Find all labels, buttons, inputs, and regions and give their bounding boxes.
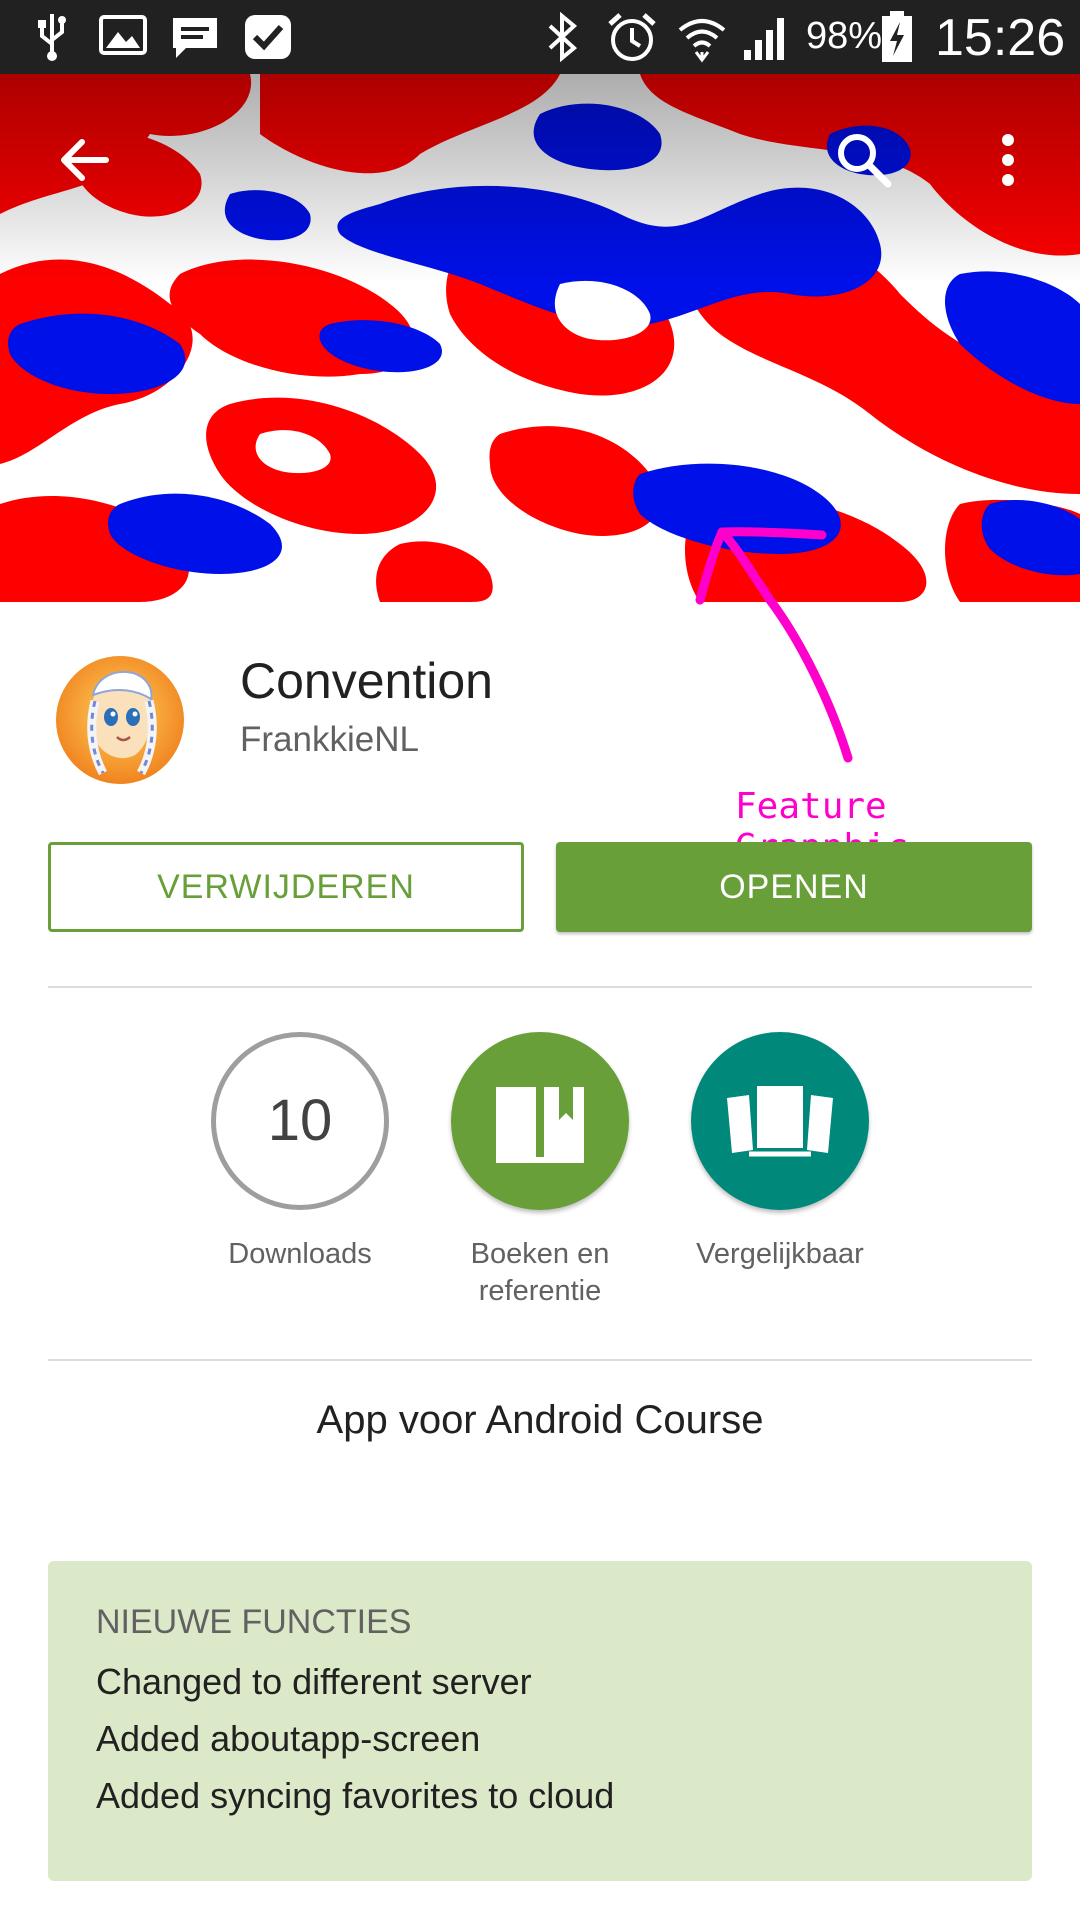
whats-new-heading: NIEUWE FUNCTIES	[96, 1603, 412, 1641]
more-vert-icon[interactable]	[990, 130, 1026, 190]
downloads-count: 10	[267, 1088, 333, 1153]
image-icon	[99, 15, 147, 55]
whats-new-item: Added syncing favorites to cloud	[96, 1775, 615, 1816]
similar-badge[interactable]	[691, 1032, 869, 1210]
whats-new-item: Added aboutapp-screen	[96, 1718, 481, 1759]
status-bar: 98% 15:26	[0, 0, 1080, 74]
similar-label[interactable]: Vergelijkbaar	[660, 1236, 900, 1273]
battery-charging-icon	[882, 11, 912, 62]
alarm-icon	[608, 13, 656, 61]
category-label[interactable]: Boeken en referentie	[420, 1236, 660, 1310]
search-icon[interactable]	[832, 128, 896, 192]
similar-cards-icon	[727, 1082, 833, 1157]
feature-graphic	[0, 74, 1080, 602]
wifi-icon	[678, 19, 726, 63]
divider	[48, 1359, 1032, 1361]
downloads-label: Downloads	[228, 1238, 372, 1270]
divider	[48, 986, 1032, 988]
message-icon	[173, 18, 217, 58]
app-icon	[56, 656, 184, 784]
clock: 15:26	[935, 9, 1066, 67]
whats-new-item: Changed to different server	[96, 1661, 532, 1702]
uninstall-button[interactable]: VERWIJDEREN	[48, 842, 524, 932]
open-button[interactable]: OPENEN	[556, 842, 1032, 932]
book-icon	[496, 1087, 584, 1163]
downloads-badge: 10	[211, 1032, 389, 1210]
signal-icon	[744, 18, 784, 60]
battery-percent: 98%	[806, 15, 883, 57]
back-arrow-icon[interactable]	[54, 130, 114, 190]
developer-link[interactable]: FrankkieNL	[240, 720, 419, 760]
category-badge[interactable]	[451, 1032, 629, 1210]
hero-top-shade	[0, 74, 1080, 284]
app-description[interactable]: App voor Android Course	[0, 1398, 1080, 1443]
app-title: Convention	[240, 653, 493, 709]
bluetooth-icon	[548, 12, 578, 62]
task-check-icon	[245, 15, 291, 59]
usb-icon	[38, 14, 66, 61]
whats-new-card[interactable]: NIEUWE FUNCTIES Changed to different ser…	[48, 1561, 1032, 1881]
